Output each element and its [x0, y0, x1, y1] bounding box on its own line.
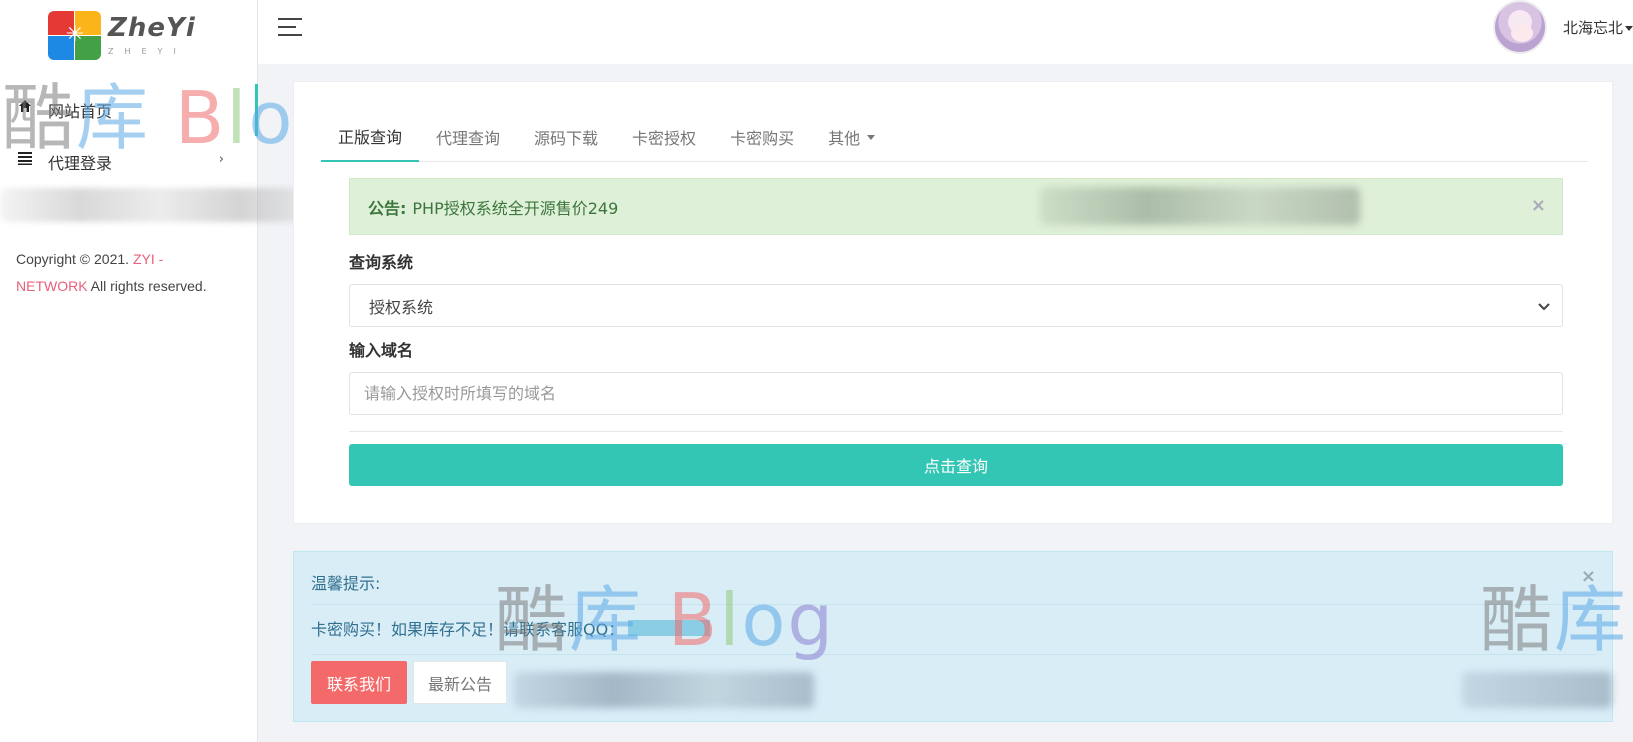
close-icon[interactable]: × [1581, 566, 1596, 587]
notice-text: PHP授权系统全开源售价249 [412, 198, 619, 218]
copyright-suffix: All rights reserved. [87, 278, 207, 294]
system-select[interactable]: 授权系统 [349, 284, 1563, 327]
tab-other-label: 其他 [828, 129, 861, 148]
close-icon[interactable]: × [1531, 195, 1546, 216]
tip-message: 卡密购买！如果库存不足！请联系客服QQ： [311, 616, 711, 640]
divider [311, 654, 1596, 655]
query-card: 正版查询 代理查询 源码下载 卡密授权 卡密购买 其他 公告: PHP授权系统全… [293, 81, 1613, 524]
tab-card-purchase[interactable]: 卡密购买 [713, 112, 811, 162]
notice-label: 公告: [368, 198, 407, 218]
domain-input[interactable] [349, 372, 1563, 415]
topbar: 北海忘北 [258, 0, 1633, 64]
system-label: 查询系统 [349, 253, 414, 272]
notice-alert: 公告: PHP授权系统全开源售价249 × [349, 178, 1563, 235]
menu-toggle-icon[interactable] [278, 18, 302, 38]
copyright: Copyright © 2021. ZYI - NETWORK All righ… [16, 246, 236, 300]
tip-alert: 温馨提示: × 卡密购买！如果库存不足！请联系客服QQ： 联系我们 最新公告 [293, 551, 1613, 722]
redacted-region [1040, 187, 1360, 225]
tip-title: 温馨提示: [311, 574, 381, 593]
tab-other[interactable]: 其他 [811, 112, 892, 162]
copyright-prefix: Copyright © 2021. [16, 251, 133, 267]
logo-subtitle: ZHEYI [108, 47, 187, 56]
redacted-region [514, 672, 814, 708]
username[interactable]: 北海忘北 [1563, 17, 1623, 38]
sidebar: ✳ ZheYi ZHEYI 网站首页 代理登录 › Copyright © 20… [0, 0, 320, 742]
tab-bar: 正版查询 代理查询 源码下载 卡密授权 卡密购买 其他 [321, 112, 1588, 162]
logo-title: ZheYi [108, 13, 196, 43]
user-menu[interactable]: 北海忘北 [1492, 0, 1633, 54]
caret-down-icon[interactable] [1625, 25, 1633, 31]
logo-mark-icon: ✳ [48, 11, 102, 61]
avatar[interactable] [1492, 0, 1547, 54]
sidebar-item-home[interactable]: 网站首页 [0, 84, 258, 136]
brand-logo[interactable]: ✳ ZheYi ZHEYI [48, 10, 198, 62]
sidebar-nav: 网站首页 代理登录 › [0, 84, 258, 188]
tab-agent-query[interactable]: 代理查询 [419, 112, 517, 162]
system-select-value: 授权系统 [369, 297, 434, 317]
sidebar-item-agent-login[interactable]: 代理登录 › [0, 136, 258, 188]
redacted-region [0, 188, 320, 222]
chevron-down-icon [1538, 299, 1550, 315]
tab-genuine-query[interactable]: 正版查询 [321, 112, 420, 162]
contact-us-button[interactable]: 联系我们 [311, 661, 407, 704]
home-icon [16, 97, 34, 115]
tab-source-download[interactable]: 源码下载 [517, 112, 615, 162]
redacted-region [1462, 672, 1612, 708]
latest-news-button[interactable]: 最新公告 [413, 661, 507, 704]
list-icon [16, 149, 34, 167]
tab-card-authorize[interactable]: 卡密授权 [615, 112, 713, 162]
divider [349, 431, 1563, 432]
sidebar-item-label: 代理登录 [48, 154, 113, 173]
divider [311, 604, 1596, 605]
chevron-right-icon: › [218, 152, 224, 167]
domain-label: 输入域名 [349, 341, 414, 360]
tip-message-text: 卡密购买！如果库存不足！请联系客服QQ： [311, 620, 625, 639]
redacted-qq [628, 620, 711, 636]
sidebar-item-label: 网站首页 [48, 102, 113, 121]
caret-down-icon [867, 134, 876, 140]
query-button[interactable]: 点击查询 [349, 444, 1563, 486]
